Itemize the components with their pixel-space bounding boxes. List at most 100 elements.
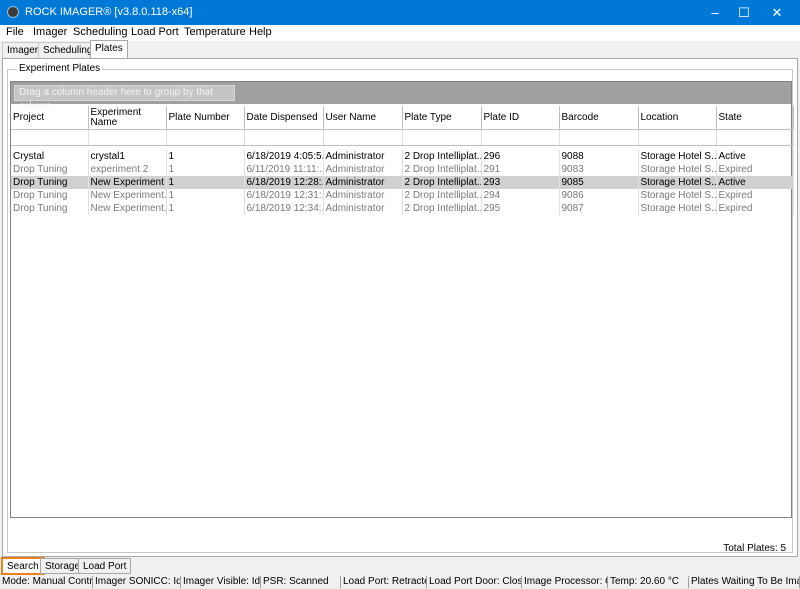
cell-location: Storage Hotel S... xyxy=(638,189,717,202)
filter-cell[interactable] xyxy=(88,129,167,146)
filter-cell[interactable] xyxy=(402,129,482,146)
filter-row xyxy=(11,129,794,146)
cell-plate-id: 294 xyxy=(481,189,560,202)
cell-plate-type: 2 Drop Intelliplat... xyxy=(402,202,482,215)
cell-user-name: Administrator xyxy=(323,202,403,215)
cell-plate-type: 2 Drop Intelliplat... xyxy=(402,189,482,202)
cell-plate-type: 2 Drop Intelliplat... xyxy=(402,163,482,176)
bottom-tabs: Search Storage Load Port xyxy=(0,557,800,575)
column-header-date-dispensed[interactable]: Date Dispensed xyxy=(244,106,324,130)
plates-table: Project Experiment Name Plate Number Dat… xyxy=(11,106,794,215)
table-row[interactable]: Crystal crystal1 1 6/18/2019 4:05:5... Admin… xyxy=(11,150,794,163)
title-bar: ROCK IMAGER® [v3.8.0.118-x64] – ☐ ✕ xyxy=(0,0,800,25)
cell-experiment-name: experiment 2 xyxy=(88,163,167,176)
cell-project: Drop Tuning xyxy=(11,176,89,189)
cell-barcode: 9083 xyxy=(559,163,639,176)
tab-load-port[interactable]: Load Port xyxy=(78,558,132,574)
cell-plate-id: 291 xyxy=(481,163,560,176)
column-header-experiment-name[interactable]: Experiment Name xyxy=(88,106,167,130)
filter-cell[interactable] xyxy=(481,129,560,146)
status-load-port: Load Port: Retracted xyxy=(343,576,427,588)
column-header-project[interactable]: Project xyxy=(11,106,89,130)
cell-location: Storage Hotel S... xyxy=(638,150,717,163)
column-header-user-name[interactable]: User Name xyxy=(323,106,403,130)
status-psr: PSR: Scanned xyxy=(261,576,341,588)
status-imager-sonicc: Imager SONICC: Idle xyxy=(95,576,181,588)
status-image-processor: Image Processor: On xyxy=(522,576,608,588)
group-title: Experiment Plates xyxy=(17,63,103,74)
cell-location: Storage Hotel S... xyxy=(638,202,717,215)
status-plates-waiting: Plates Waiting To Be Imaged xyxy=(689,576,800,588)
cell-plate-number: 1 xyxy=(166,150,245,163)
cell-experiment-name: New Experiment... xyxy=(88,189,167,202)
column-header-plate-id[interactable]: Plate ID xyxy=(481,106,560,130)
cell-date-dispensed: 6/18/2019 12:28:... xyxy=(244,176,324,189)
cell-user-name: Administrator xyxy=(323,150,403,163)
cell-state: Expired xyxy=(716,202,794,215)
cell-plate-number: 1 xyxy=(166,163,245,176)
cell-location: Storage Hotel S... xyxy=(638,176,717,189)
cell-experiment-name: crystal1 xyxy=(88,150,167,163)
tab-plates[interactable]: Plates xyxy=(90,40,128,58)
column-header-barcode[interactable]: Barcode xyxy=(559,106,639,130)
filter-cell[interactable] xyxy=(11,129,89,146)
column-header-location[interactable]: Location xyxy=(638,106,717,130)
cell-project: Drop Tuning xyxy=(11,189,89,202)
filter-cell[interactable] xyxy=(638,129,717,146)
filter-cell[interactable] xyxy=(716,129,794,146)
filter-cell[interactable] xyxy=(559,129,639,146)
status-bar: Mode: Manual Control Imager SONICC: Idle… xyxy=(0,575,800,589)
filter-cell[interactable] xyxy=(244,129,324,146)
cell-plate-id: 295 xyxy=(481,202,560,215)
cell-plate-type: 2 Drop Intelliplat... xyxy=(402,150,482,163)
cell-barcode: 9087 xyxy=(559,202,639,215)
column-header-plate-number[interactable]: Plate Number xyxy=(166,106,245,130)
close-button[interactable]: ✕ xyxy=(760,0,794,25)
menu-help[interactable]: Help xyxy=(249,26,272,38)
filter-cell[interactable] xyxy=(323,129,403,146)
cell-plate-number: 1 xyxy=(166,189,245,202)
window-title: ROCK IMAGER® [v3.8.0.118-x64] xyxy=(25,6,193,18)
tab-imager[interactable]: Imager xyxy=(2,42,44,59)
cell-user-name: Administrator xyxy=(323,163,403,176)
header-row: Project Experiment Name Plate Number Dat… xyxy=(11,106,794,130)
menu-file[interactable]: File xyxy=(6,26,24,38)
cell-plate-id: 293 xyxy=(481,176,560,189)
column-header-state[interactable]: State xyxy=(716,106,794,130)
cell-state: Active xyxy=(716,176,794,189)
table-row[interactable]: Drop Tuning New Experiment... 1 6/18/2019 1… xyxy=(11,189,794,202)
maximize-button[interactable]: ☐ xyxy=(727,0,761,25)
status-mode: Mode: Manual Control xyxy=(2,576,93,588)
cell-state: Expired xyxy=(716,163,794,176)
menu-load-port[interactable]: Load Port xyxy=(131,26,179,38)
menu-temperature[interactable]: Temperature xyxy=(184,26,246,38)
cell-location: Storage Hotel S... xyxy=(638,163,717,176)
menu-scheduling[interactable]: Scheduling xyxy=(73,26,127,38)
menu-bar: File Imager Scheduling Load Port Tempera… xyxy=(0,25,800,41)
cell-user-name: Administrator xyxy=(323,176,403,189)
menu-imager[interactable]: Imager xyxy=(33,26,67,38)
tab-search[interactable]: Search xyxy=(1,557,45,575)
cell-plate-number: 1 xyxy=(166,176,245,189)
table-row[interactable]: Drop Tuning New Experiment 1 6/18/2019 12:2… xyxy=(11,176,794,189)
cell-plate-id: 296 xyxy=(481,150,560,163)
cell-barcode: 9086 xyxy=(559,189,639,202)
cell-project: Crystal xyxy=(11,150,89,163)
cell-date-dispensed: 6/18/2019 12:34:... xyxy=(244,202,324,215)
cell-date-dispensed: 6/18/2019 4:05:5... xyxy=(244,150,324,163)
cell-barcode: 9088 xyxy=(559,150,639,163)
group-by-band[interactable]: Drag a column header here to group by th… xyxy=(11,82,791,112)
tab-scheduling[interactable]: Scheduling xyxy=(38,42,98,59)
cell-project: Drop Tuning xyxy=(11,202,89,215)
table-row[interactable]: Drop Tuning experiment 2 1 6/11/2019 11:11:… xyxy=(11,163,794,176)
main-tabs: Imager Scheduling Plates xyxy=(0,40,800,59)
group-by-hint: Drag a column header here to group by th… xyxy=(14,85,235,112)
filter-cell[interactable] xyxy=(166,129,245,146)
column-header-plate-type[interactable]: Plate Type xyxy=(402,106,482,130)
table-row[interactable]: Drop Tuning New Experiment... 1 6/18/2019 1… xyxy=(11,202,794,215)
cell-experiment-name: New Experiment xyxy=(88,176,167,189)
cell-project: Drop Tuning xyxy=(11,163,89,176)
experiment-plates-group: Experiment Plates Drag a column header h… xyxy=(7,63,794,554)
total-plates: Total Plates: 5 xyxy=(723,543,786,554)
cell-user-name: Administrator xyxy=(323,189,403,202)
